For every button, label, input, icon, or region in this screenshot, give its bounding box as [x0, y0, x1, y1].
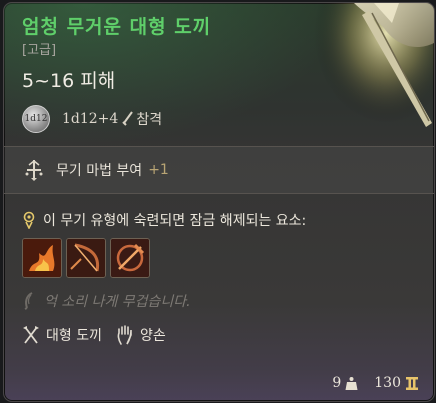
action-tile[interactable] — [110, 238, 150, 278]
fire-strike-icon — [23, 239, 61, 277]
crossed-axes-icon — [23, 326, 39, 344]
dice-badge-icon: 1d12 — [22, 105, 50, 133]
proficiency-label: 이 무기 유형에 숙련되면 잠금 해제되는 요소: — [43, 213, 307, 229]
gold-value: 130 — [374, 375, 401, 391]
dice-row: 1d12 1d12+4 참격 — [22, 104, 162, 134]
properties-row: 대형 도끼 양손 — [22, 325, 180, 345]
footer: 9 130 — [4, 365, 434, 401]
weight-icon — [345, 376, 358, 390]
weapon-art-icon — [314, 3, 434, 153]
damage-dice: 1d12+4 — [62, 111, 119, 127]
damage-range: 5~16 피해 — [22, 70, 116, 92]
cleave-icon — [111, 239, 149, 277]
proficiency-icon — [23, 211, 35, 229]
item-tooltip: 엄청 무거운 대형 도끼 [고급] 5~16 피해 1d12 1d12+4 참격… — [3, 2, 435, 402]
slash-icon — [122, 111, 134, 126]
action-tiles — [22, 238, 150, 278]
proficiency-row: 이 무기 유형에 숙련되면 잠금 해제되는 요소: — [22, 210, 306, 230]
hand-icon — [117, 325, 132, 345]
locked-text: 억 소리 나게 무겁습니다. — [44, 294, 191, 310]
coin-icon — [406, 376, 418, 390]
enchant-label: 무기 마법 부여 — [56, 163, 143, 179]
action-tile[interactable] — [22, 238, 62, 278]
divider — [4, 193, 434, 194]
bow-slash-icon — [67, 239, 105, 277]
property-label: 양손 — [139, 328, 166, 344]
locked-feather-icon — [24, 292, 33, 310]
dice-badge-label: 1d12 — [24, 114, 48, 124]
enchant-row: 무기 마법 부여 +1 — [4, 147, 434, 193]
item-rarity: [고급] — [22, 43, 57, 58]
locked-row: 억 소리 나게 무겁습니다. — [22, 291, 191, 311]
action-tile[interactable] — [66, 238, 106, 278]
weapon-enchant-icon — [25, 160, 43, 181]
damage-type: 참격 — [136, 112, 163, 128]
enchant-bonus: +1 — [148, 162, 169, 178]
item-name: 엄청 무거운 대형 도끼 — [22, 16, 212, 38]
property-label: 대형 도끼 — [46, 328, 102, 344]
weight-value: 9 — [332, 375, 342, 391]
